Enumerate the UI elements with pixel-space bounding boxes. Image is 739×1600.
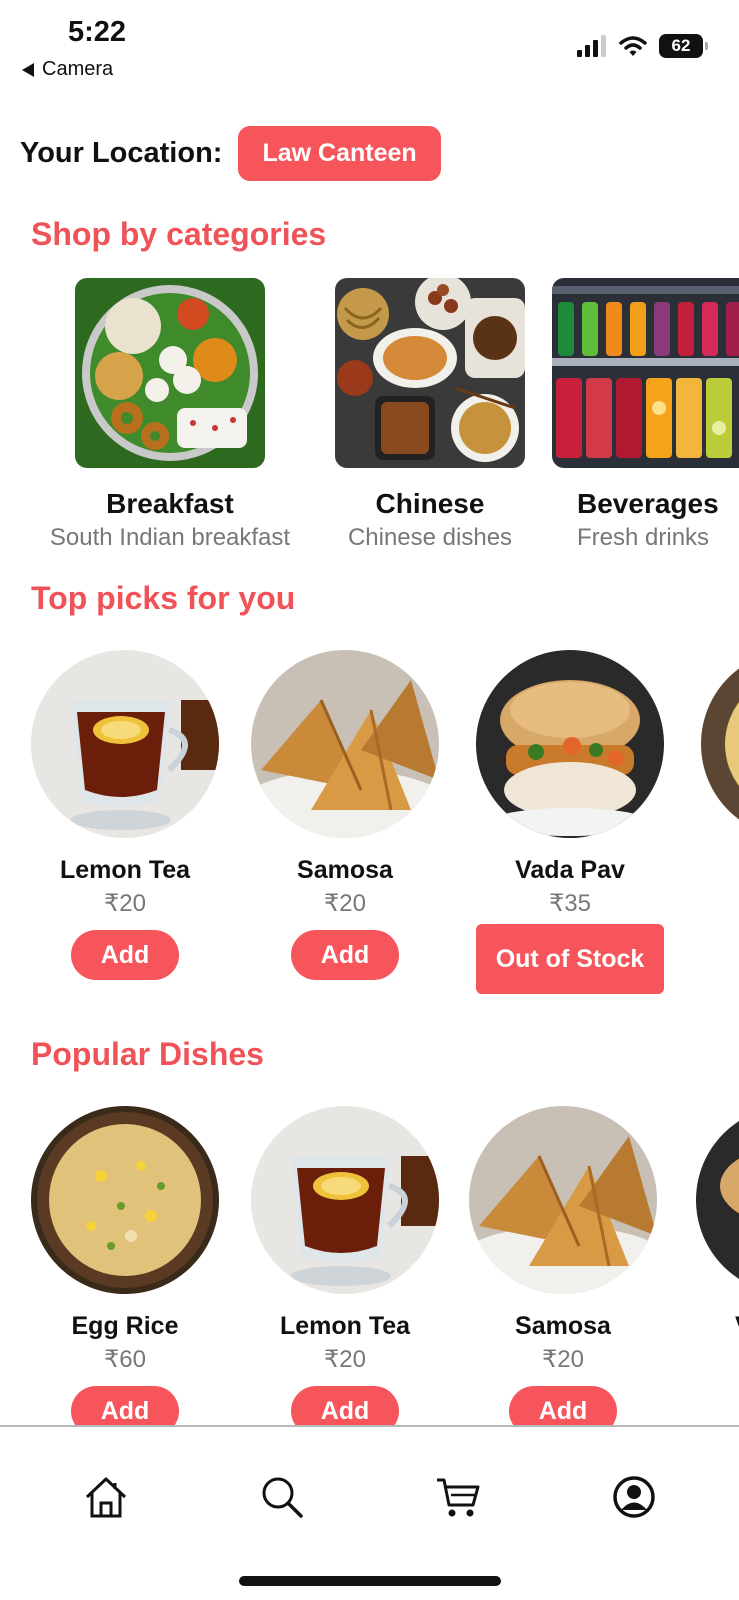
lemon-tea-image [251,1106,439,1294]
cart-icon [437,1478,480,1517]
back-arrow-icon [22,62,34,77]
food-name: Samosa [515,1312,611,1340]
food-card-partial-2[interactable]: V Ou [685,1106,739,1419]
tab-home[interactable] [76,1467,136,1527]
food-card-partial[interactable] [690,650,739,838]
lemon-tea-image [31,650,219,838]
top-picks-carousel[interactable]: Lemon Tea ₹20 Add Samosa ₹20 Add Vada Pa… [0,650,739,1000]
battery-icon: 62 [659,34,708,58]
status-time: 5:22 [68,16,127,48]
food-card-lemon-tea[interactable]: Lemon Tea ₹20 Add [20,650,230,980]
food-name: Lemon Tea [279,1312,411,1340]
location-label: Your Location: [20,137,223,169]
tab-search[interactable] [252,1467,312,1527]
partial-food-image [701,650,739,838]
category-subtitle: South Indian breakfast [49,524,291,551]
food-name: Vada Pav [515,856,625,884]
search-icon [262,1477,303,1518]
add-button[interactable]: Add [71,1386,179,1425]
samosa-image [251,650,439,838]
category-breakfast[interactable]: Breakfast South Indian breakfast [30,278,310,552]
signal-icon [577,35,606,57]
category-name: Chinese [375,488,485,519]
vada-pav-image [476,650,664,838]
food-card-vada-pav[interactable]: Vada Pav ₹35 Out of Stock [465,650,675,994]
wifi-icon [619,36,647,56]
category-carousel[interactable]: Breakfast South Indian breakfast Chinese… [0,278,739,558]
bottom-tab-bar [0,1425,739,1600]
beverages-image [552,278,739,468]
home-indicator [239,1576,501,1586]
food-price: ₹20 [104,890,146,917]
category-name: Breakfast [106,488,234,519]
food-name: V [735,1312,739,1341]
food-card-lemon-tea-2[interactable]: Lemon Tea ₹20 Add [240,1106,450,1425]
popular-dishes-carousel[interactable]: Egg Rice ₹60 Add Lemon Tea ₹20 Add Samos… [0,1106,739,1425]
popular-dishes-title: Popular Dishes [31,1036,264,1072]
status-bar: 5:22 Camera 62 [0,0,739,90]
samosa-image [469,1106,657,1294]
tab-profile[interactable] [604,1467,664,1527]
category-subtitle: Chinese dishes [347,524,513,551]
food-name: Egg Rice [71,1312,179,1340]
category-name: Beverages [577,488,719,519]
add-button[interactable]: Add [509,1386,617,1425]
category-beverages[interactable]: Beverages Fresh drinks [552,278,739,552]
food-price: ₹20 [324,1346,366,1373]
back-label: Camera [42,58,114,80]
category-subtitle: Fresh drinks [577,524,710,551]
out-of-stock-button[interactable]: Out of Stock [475,924,665,994]
location-select-button[interactable]: Law Canteen [238,126,441,181]
back-to-camera-link[interactable]: Camera [22,58,113,81]
profile-icon [613,1476,655,1518]
add-button[interactable]: Add [291,1386,399,1425]
food-name: Samosa [297,856,393,884]
add-button[interactable]: Add [291,930,399,980]
home-icon [85,1477,127,1518]
food-price: ₹20 [324,890,366,917]
breakfast-image [75,278,265,468]
food-name: Lemon Tea [59,856,191,884]
category-chinese[interactable]: Chinese Chinese dishes [330,278,530,552]
location-row: Your Location: Law Canteen [20,126,441,181]
tab-cart[interactable] [428,1467,488,1527]
categories-title: Shop by categories [31,216,327,252]
food-card-egg-rice[interactable]: Egg Rice ₹60 Add [20,1106,230,1425]
chinese-image [335,278,525,468]
food-price: ₹60 [104,1346,146,1373]
add-button[interactable]: Add [71,930,179,980]
partial-food-image [696,1106,739,1294]
food-price: ₹20 [542,1346,584,1373]
food-price: ₹35 [549,890,591,917]
food-card-samosa-2[interactable]: Samosa ₹20 Add [458,1106,668,1425]
food-card-samosa[interactable]: Samosa ₹20 Add [240,650,450,980]
top-picks-title: Top picks for you [31,580,296,616]
egg-rice-image [31,1106,219,1294]
